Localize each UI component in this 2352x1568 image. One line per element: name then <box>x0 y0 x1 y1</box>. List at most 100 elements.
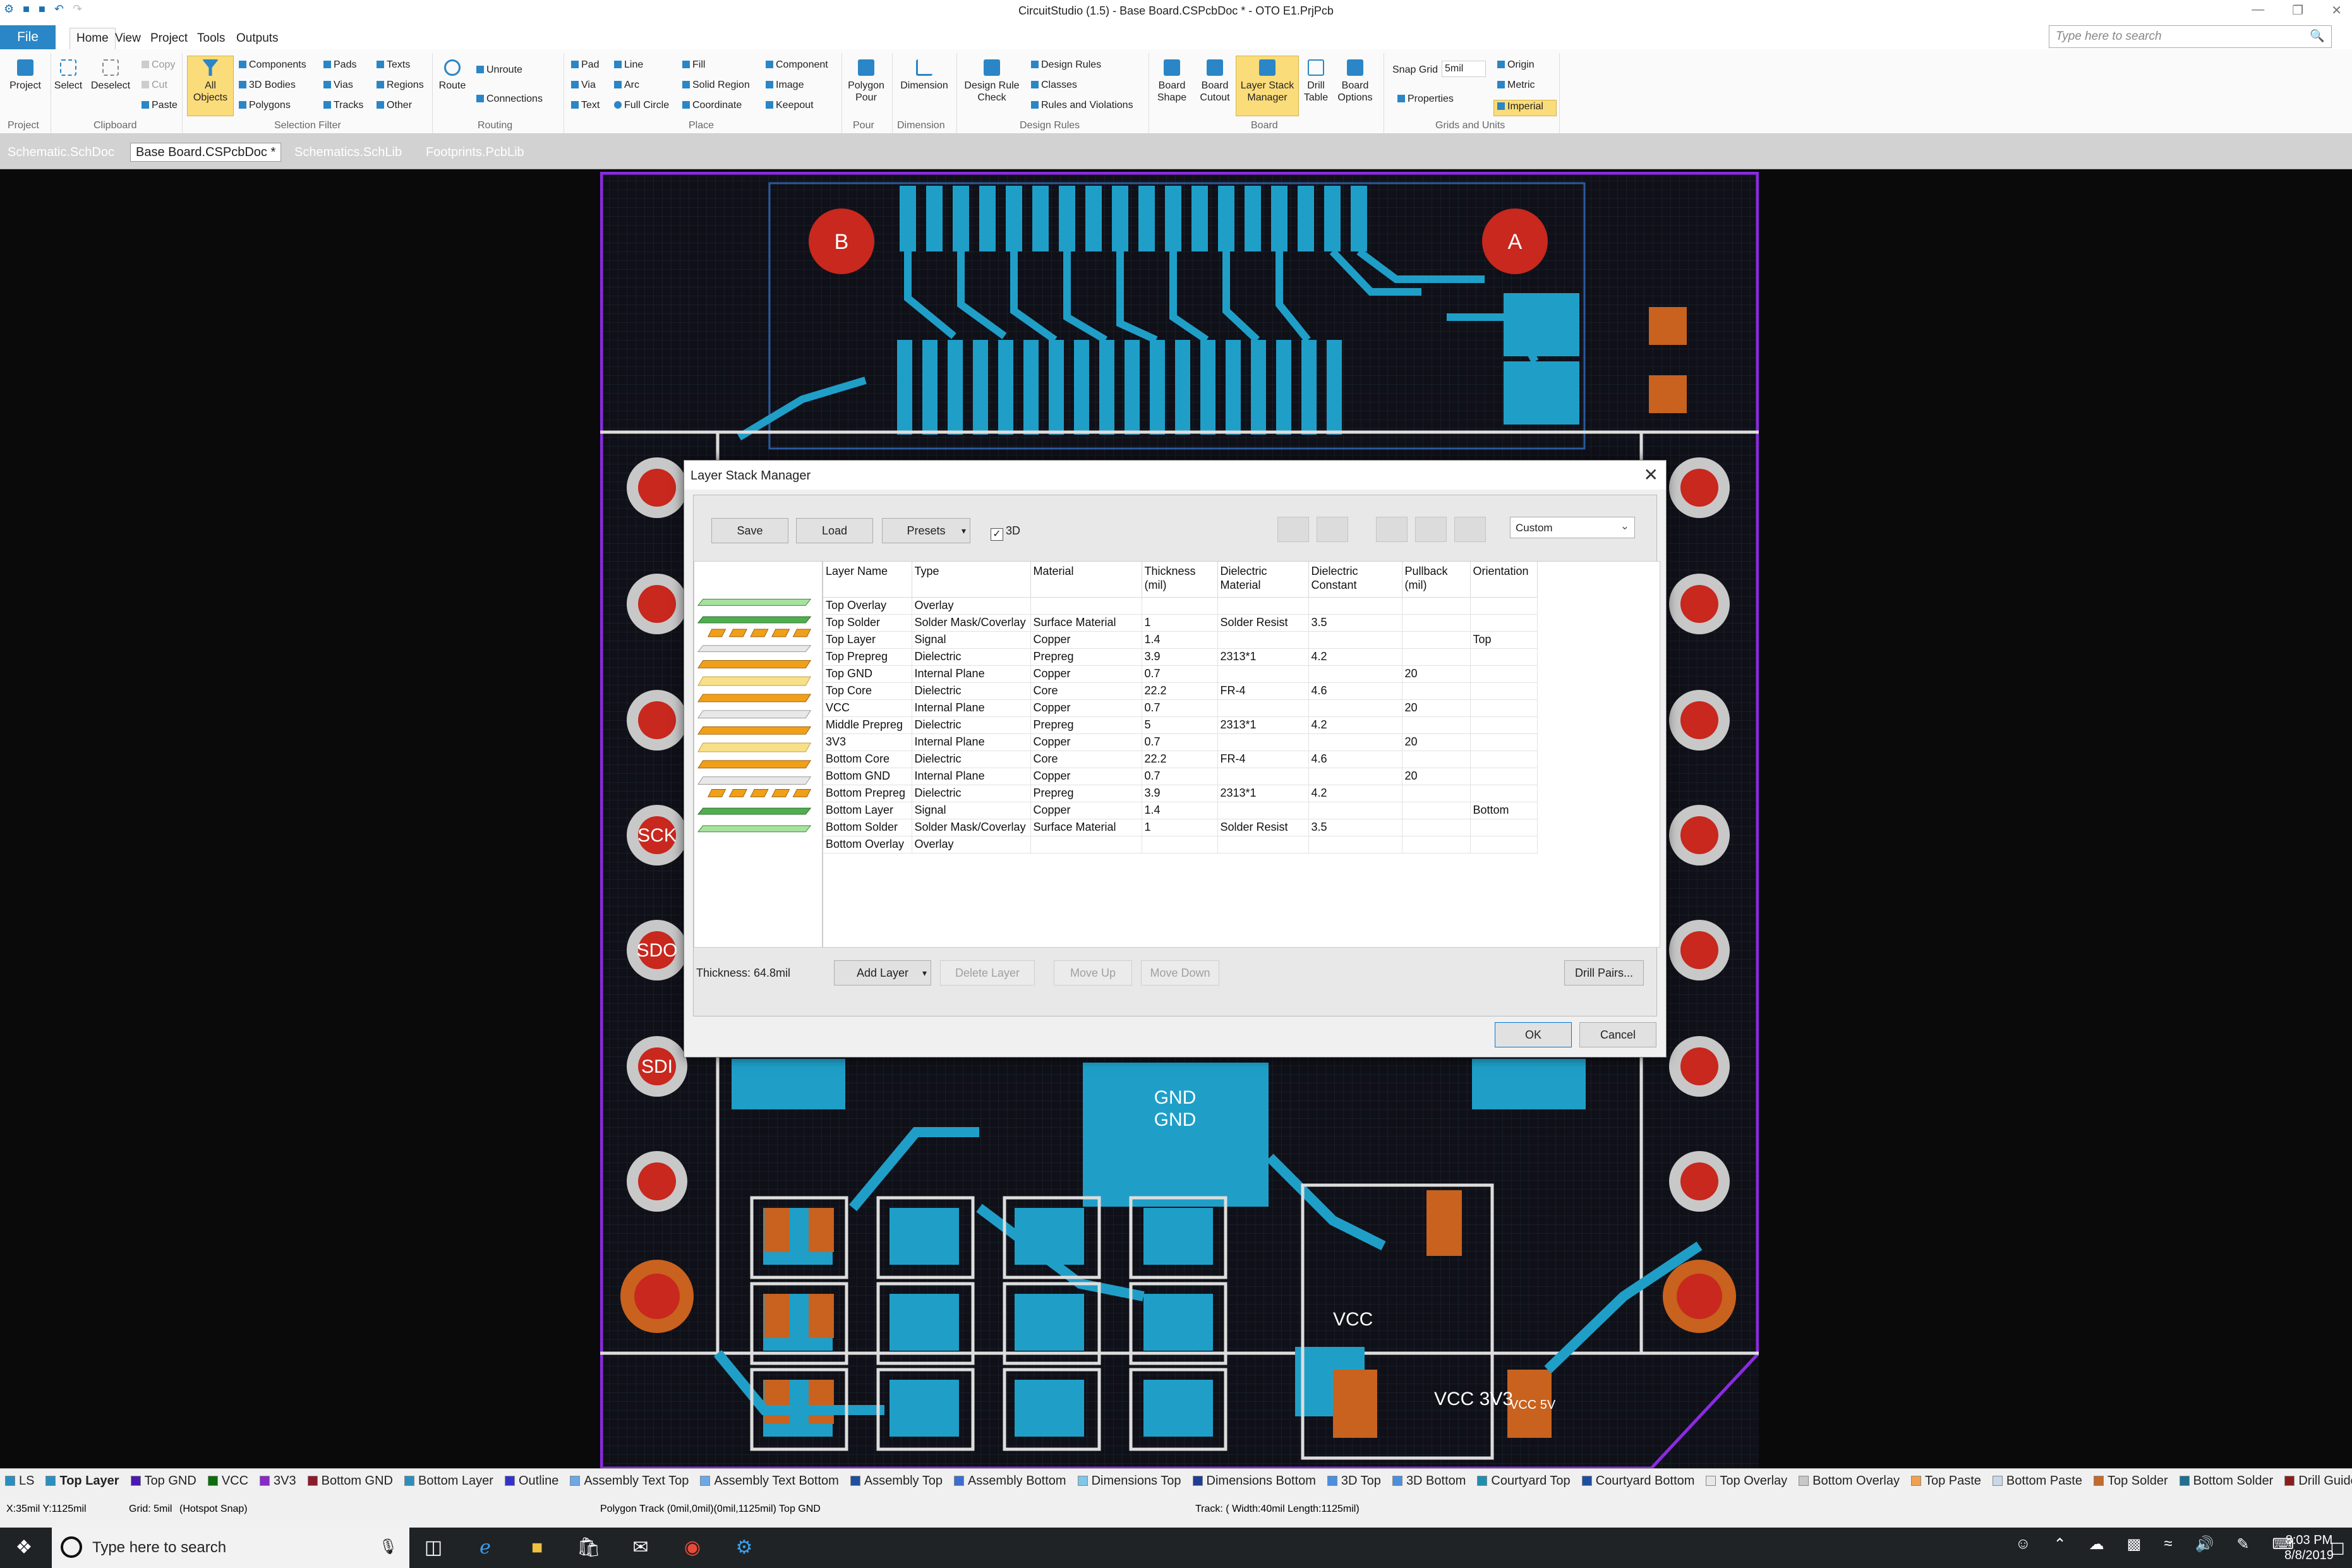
tab-home[interactable]: Home <box>69 28 116 49</box>
filter-other[interactable]: Other <box>377 100 412 111</box>
table-cell[interactable]: Dielectric <box>912 785 1031 802</box>
table-cell[interactable] <box>1308 836 1402 853</box>
view-3d-icon[interactable] <box>1454 517 1486 542</box>
design-rules-button[interactable]: Design Rules <box>1031 59 1101 71</box>
table-cell[interactable]: Bottom Core <box>823 751 912 768</box>
place-fill[interactable]: Fill <box>682 59 705 71</box>
table-cell[interactable]: 4.2 <box>1308 716 1402 734</box>
table-cell[interactable] <box>1142 597 1218 615</box>
table-cell[interactable]: Overlay <box>912 597 1031 615</box>
table-cell[interactable] <box>1402 819 1471 836</box>
windows-start-icon[interactable]: ❖ <box>11 1535 37 1560</box>
table-cell[interactable]: 20 <box>1402 733 1471 751</box>
table-cell[interactable] <box>1402 802 1471 819</box>
table-cell[interactable]: 1.4 <box>1142 802 1218 819</box>
load-button[interactable]: Load <box>796 518 873 543</box>
table-cell[interactable]: Top Layer <box>823 631 912 649</box>
table-cell[interactable] <box>1470 785 1538 802</box>
col-material[interactable]: Material <box>1030 562 1142 598</box>
layer-tab[interactable]: Top GND <box>130 1469 196 1493</box>
design-rule-check-button[interactable]: Design Rule Check <box>959 59 1025 104</box>
table-cell[interactable] <box>1402 716 1471 734</box>
file-explorer-icon[interactable]: ■ <box>524 1535 550 1560</box>
move-down-button[interactable]: Move Down <box>1141 960 1219 986</box>
table-row[interactable]: Bottom Solder Solder Mask/Coverlay Surface… <box>823 819 1538 836</box>
table-cell[interactable]: Solder Mask/Coverlay <box>912 614 1031 632</box>
layer-tab[interactable]: 3V3 <box>260 1469 296 1493</box>
layer-tab[interactable]: Dimensions Bottom <box>1192 1469 1316 1493</box>
table-cell[interactable]: 1 <box>1142 614 1218 632</box>
taskbar-search[interactable]: Type here to search 🎙 <box>52 1528 409 1568</box>
filter-regions[interactable]: Regions <box>377 80 424 91</box>
table-cell[interactable]: 3V3 <box>823 733 912 751</box>
layer-tab[interactable]: Top Solder <box>2093 1469 2168 1493</box>
stack-preset-select[interactable]: Custom ⌄ <box>1510 517 1635 538</box>
tab-footprints-pcblib[interactable]: Footprints.PcbLib <box>426 145 524 160</box>
dialog-close-icon[interactable]: ✕ <box>1644 464 1658 485</box>
place-full-circle[interactable]: Full Circle <box>614 100 669 111</box>
project-button[interactable]: Project <box>5 59 45 92</box>
table-cell[interactable]: Internal Plane <box>912 665 1031 683</box>
table-cell[interactable] <box>1470 699 1538 717</box>
place-via[interactable]: Via <box>571 80 596 91</box>
table-row[interactable]: Top Core Dielectric Core 22.2 FR-4 4.6 <box>823 682 1538 700</box>
table-row[interactable]: Bottom Overlay Overlay <box>823 836 1538 853</box>
pen-icon[interactable]: ✎ <box>2236 1535 2249 1553</box>
table-cell[interactable]: Bottom Layer <box>823 802 912 819</box>
table-row[interactable]: Top Overlay Overlay <box>823 597 1538 615</box>
table-cell[interactable]: Copper <box>1030 733 1142 751</box>
tab-base-board-pcbdoc[interactable]: Base Board.CSPcbDoc * <box>130 143 282 162</box>
table-cell[interactable] <box>1217 597 1309 615</box>
place-keepout[interactable]: Keepout <box>766 100 814 111</box>
table-cell[interactable] <box>1030 597 1142 615</box>
table-cell[interactable]: Top Solder <box>823 614 912 632</box>
table-cell[interactable]: Solder Resist <box>1217 614 1309 632</box>
table-cell[interactable] <box>1402 785 1471 802</box>
table-cell[interactable]: FR-4 <box>1217 751 1309 768</box>
move-up-button[interactable]: Move Up <box>1054 960 1132 986</box>
network-icon[interactable]: ▩ <box>2127 1535 2142 1553</box>
table-cell[interactable]: FR-4 <box>1217 682 1309 700</box>
table-cell[interactable] <box>1142 836 1218 853</box>
table-cell[interactable]: 4.6 <box>1308 751 1402 768</box>
table-cell[interactable]: Internal Plane <box>912 768 1031 785</box>
table-cell[interactable]: Internal Plane <box>912 733 1031 751</box>
table-cell[interactable]: Top GND <box>823 665 912 683</box>
table-cell[interactable] <box>1470 648 1538 666</box>
layer-tab[interactable]: Assembly Bottom <box>953 1469 1066 1493</box>
table-cell[interactable]: Top <box>1470 631 1538 649</box>
presets-button[interactable]: Presets ▾ <box>882 518 970 543</box>
col-layer-name[interactable]: Layer Name <box>823 562 912 598</box>
table-cell[interactable]: Bottom GND <box>823 768 912 785</box>
table-cell[interactable] <box>1217 768 1309 785</box>
3d-checkbox[interactable]: ✓ 3D <box>991 524 1020 541</box>
table-cell[interactable] <box>1470 682 1538 700</box>
filter-tracks[interactable]: Tracks <box>323 100 363 111</box>
board-cutout-button[interactable]: Board Cutout <box>1194 59 1236 104</box>
mail-icon[interactable]: ✉ <box>628 1535 653 1560</box>
table-row[interactable]: Top Solder Solder Mask/Coverlay Surface Ma… <box>823 614 1538 632</box>
table-cell[interactable] <box>1217 836 1309 853</box>
table-cell[interactable]: Top Overlay <box>823 597 912 615</box>
table-row[interactable]: Top Prepreg Dielectric Prepreg 3.9 2313*1 4.2 <box>823 648 1538 666</box>
layer-tab[interactable]: Top Paste <box>1910 1469 1981 1493</box>
wifi-icon[interactable]: ≈ <box>2164 1535 2172 1553</box>
table-cell[interactable] <box>1217 665 1309 683</box>
table-cell[interactable]: Top Prepreg <box>823 648 912 666</box>
edge-browser-icon[interactable]: ℯ <box>473 1535 498 1560</box>
table-row[interactable]: Bottom Prepreg Dielectric Prepreg 3.9 2313*1… <box>823 785 1538 802</box>
table-cell[interactable]: Bottom <box>1470 802 1538 819</box>
place-line[interactable]: Line <box>614 59 643 71</box>
table-cell[interactable]: 4.2 <box>1308 785 1402 802</box>
table-cell[interactable] <box>1217 733 1309 751</box>
table-cell[interactable]: VCC <box>823 699 912 717</box>
filter-vias[interactable]: Vias <box>323 80 353 91</box>
table-cell[interactable]: 4.2 <box>1308 648 1402 666</box>
store-icon[interactable]: 🛍 <box>576 1535 601 1560</box>
table-cell[interactable]: 4.6 <box>1308 682 1402 700</box>
table-cell[interactable]: 3.9 <box>1142 785 1218 802</box>
drill-pairs-button[interactable]: Drill Pairs... <box>1564 960 1644 986</box>
table-cell[interactable]: Prepreg <box>1030 716 1142 734</box>
polygon-pour-button[interactable]: Polygon Pour <box>845 59 887 104</box>
place-image[interactable]: Image <box>766 80 804 91</box>
